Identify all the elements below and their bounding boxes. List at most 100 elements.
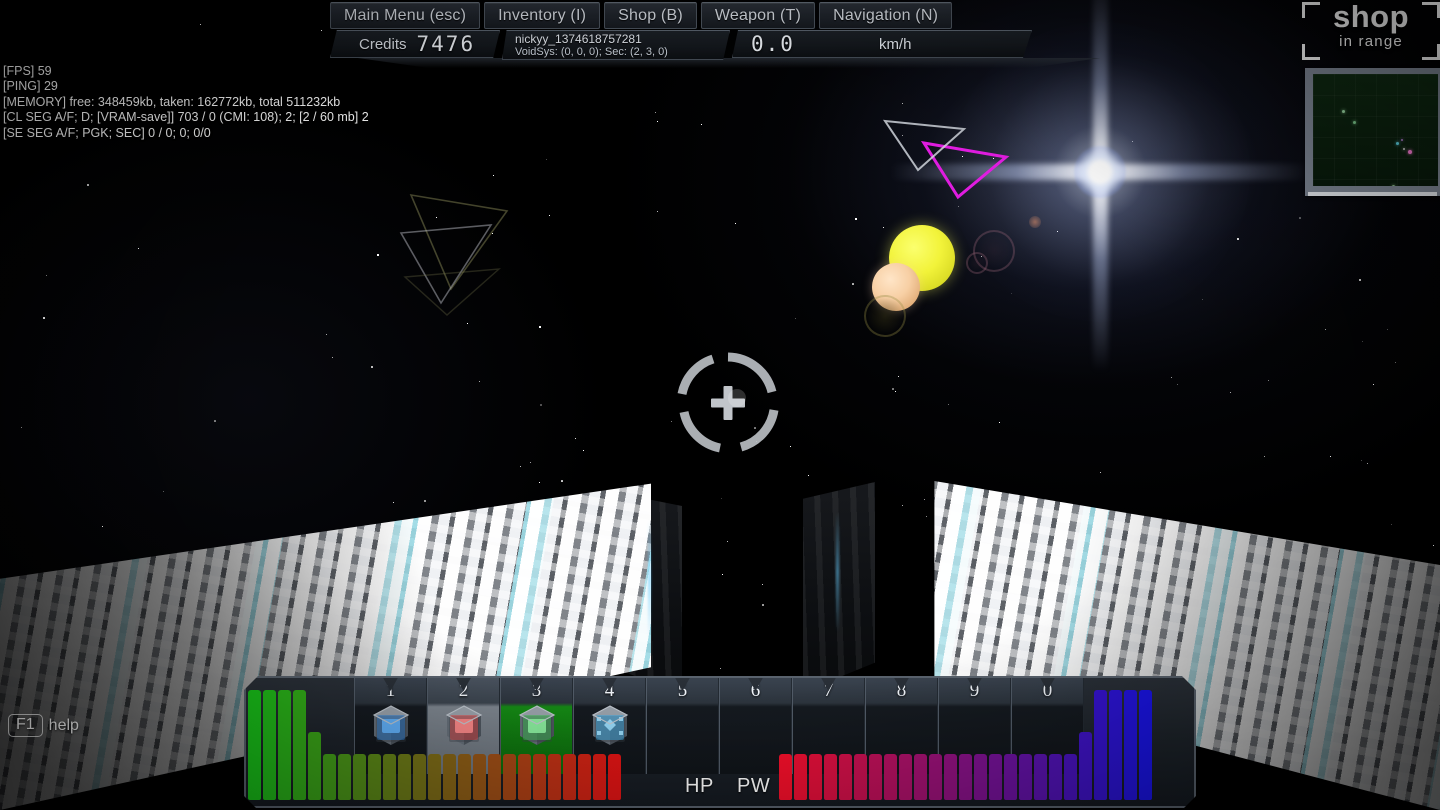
star <box>214 420 216 422</box>
radar-base-trim <box>1308 192 1437 196</box>
star <box>371 366 374 369</box>
help-key-badge: F1 <box>8 714 43 737</box>
debug-line: [PING] 29 <box>3 79 58 94</box>
star <box>87 184 90 187</box>
equalizer-bar <box>563 753 576 800</box>
star <box>467 323 468 324</box>
equalizer-bar <box>1124 690 1137 800</box>
lens-flare-ring-small <box>966 252 988 274</box>
equalizer-bar <box>473 753 486 800</box>
star <box>926 516 927 517</box>
star <box>1373 384 1374 385</box>
hull-side-face-right <box>803 482 875 692</box>
game-viewport: Main Menu (esc) Inventory (I) Shop (B) Weap… <box>0 0 1440 810</box>
equalizer-bar <box>1004 753 1017 800</box>
star <box>321 30 322 31</box>
star <box>657 121 658 122</box>
equalizer-bar <box>1079 731 1092 800</box>
planet-dark-ring <box>864 295 906 337</box>
equalizer-bar <box>383 753 396 800</box>
star <box>539 482 540 483</box>
hp-label: HP <box>685 775 714 797</box>
radar-screen[interactable] <box>1313 74 1438 186</box>
menu-button-weapon[interactable]: Weapon (T) <box>700 2 816 29</box>
crosshair <box>673 348 783 458</box>
equalizer-bar <box>809 753 822 800</box>
star <box>808 475 809 476</box>
star <box>762 584 763 585</box>
equalizer-bar <box>854 753 867 800</box>
shop-in-range-indicator: shop in range <box>1302 0 1440 60</box>
menu-button-navigation[interactable]: Navigation (N) <box>819 2 953 29</box>
credits-value: 7476 <box>416 32 476 56</box>
star <box>546 159 547 160</box>
credits-panel: Credits 7476 <box>330 30 500 58</box>
equalizer-bar <box>608 753 621 800</box>
star <box>1361 460 1362 461</box>
star <box>1237 238 1239 240</box>
star <box>701 124 702 125</box>
equalizer-bar <box>1019 753 1032 800</box>
equalizer-bar <box>503 753 516 800</box>
hull-glow-accent-left <box>648 520 651 640</box>
top-hud: Main Menu (esc) Inventory (I) Shop (B) Weap… <box>330 0 1132 68</box>
lens-flare-dot <box>1029 216 1041 228</box>
radar-blip <box>1400 138 1403 141</box>
star <box>1362 341 1363 342</box>
target-marker-white <box>882 115 968 175</box>
star <box>671 421 672 422</box>
star <box>735 223 736 224</box>
star <box>561 480 563 482</box>
star <box>46 275 47 276</box>
menu-button-main-menu[interactable]: Main Menu (esc) <box>330 2 481 29</box>
star <box>722 574 723 575</box>
star <box>855 218 857 220</box>
star <box>332 357 333 358</box>
equalizer-bar <box>353 753 366 800</box>
star <box>1264 456 1265 457</box>
menu-button-inventory[interactable]: Inventory (I) <box>484 2 601 29</box>
radar-minimap[interactable] <box>1305 68 1440 196</box>
star <box>1299 217 1301 219</box>
menu-button-shop[interactable]: Shop (B) <box>604 2 697 29</box>
equalizer-bar <box>578 753 591 800</box>
equalizer-bar <box>308 731 321 800</box>
equalizer-bar <box>548 753 561 800</box>
debug-overlay: [FPS] 59 [PING] 29 [MEMORY] free: 348459kb… <box>3 64 369 141</box>
star <box>138 248 139 249</box>
equalizer-bar <box>593 753 606 800</box>
speed-panel: 0.0 km/h <box>732 30 1032 58</box>
radar-blip <box>1395 142 1399 146</box>
player-name: nickyy_1374618757281 <box>515 31 642 46</box>
equalizer-bar <box>488 753 501 800</box>
debug-line: [MEMORY] free: 348459kb, taken: 162772kb… <box>3 94 341 109</box>
star <box>762 604 765 607</box>
star <box>520 466 521 467</box>
star <box>424 500 427 503</box>
star <box>393 502 394 503</box>
equalizer-bar <box>914 753 927 800</box>
shop-indicator-subtitle: in range <box>1339 33 1403 50</box>
star <box>1391 524 1392 525</box>
radar-blip <box>1341 109 1345 113</box>
debug-line: [SE SEG A/F; PGK; SEC] 0 / 0; 0; 0/0 <box>3 125 211 140</box>
star <box>479 381 480 382</box>
radar-blip <box>1403 147 1405 150</box>
star <box>727 541 728 542</box>
equalizer-bar <box>1034 753 1047 800</box>
help-hint[interactable]: F1 help <box>8 714 79 737</box>
speed-value: 0.0 <box>751 32 795 56</box>
radar-blip <box>1391 184 1395 186</box>
star <box>948 404 949 405</box>
equalizer-bar <box>1049 753 1062 800</box>
star <box>720 668 721 669</box>
equalizer-bar <box>929 753 942 800</box>
equalizer-bar <box>443 753 456 800</box>
hp-equalizer <box>248 690 621 800</box>
star <box>852 283 854 285</box>
equalizer-bar <box>338 753 351 800</box>
star <box>902 505 903 506</box>
help-label: help <box>48 716 79 734</box>
star <box>575 438 576 439</box>
star <box>1359 279 1362 282</box>
